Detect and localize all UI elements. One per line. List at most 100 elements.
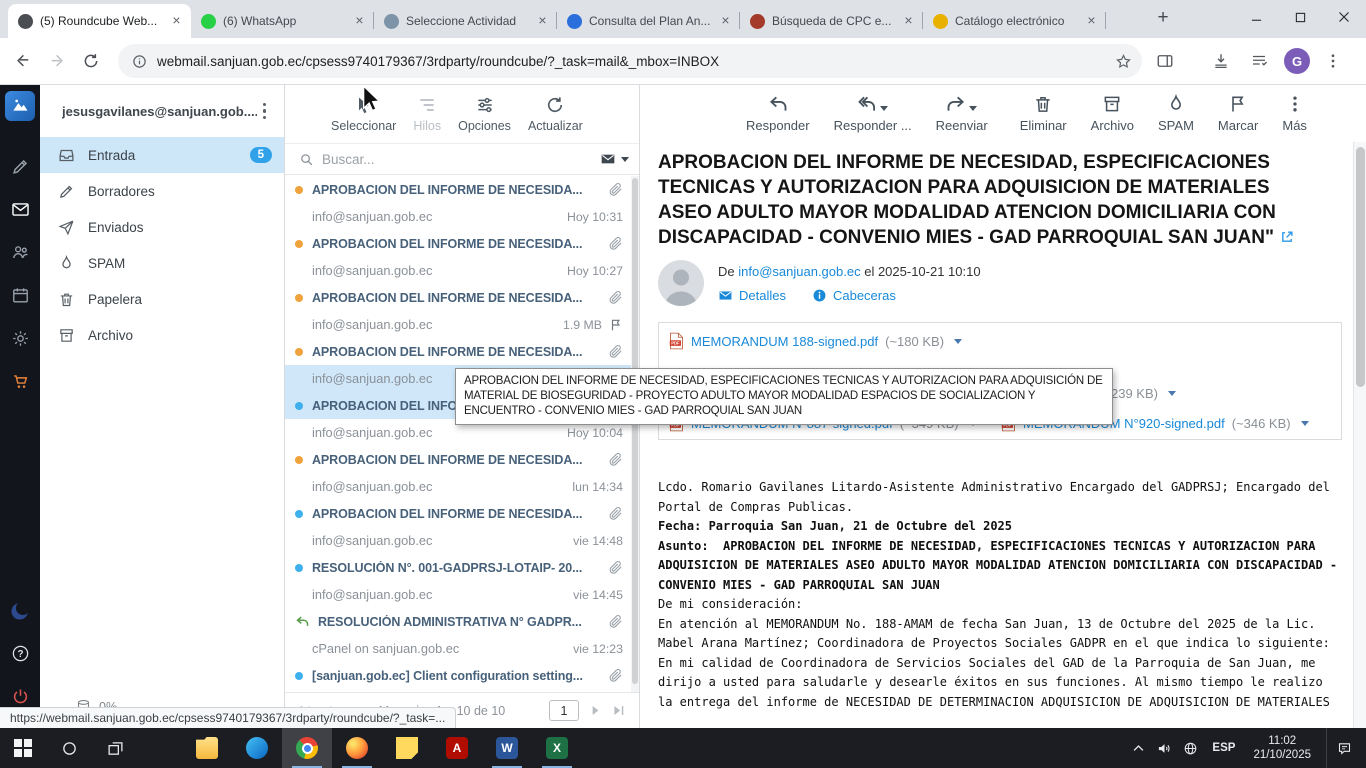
attachment-name[interactable]: MEMORANDUM 188-signed.pdf: [691, 334, 878, 349]
tab-close-icon[interactable]: ×: [900, 13, 917, 30]
side-panel-icon[interactable]: [1150, 46, 1180, 76]
folder-item-enviados[interactable]: Enviados: [40, 209, 284, 245]
taskbar-excel-icon[interactable]: X: [532, 728, 582, 768]
mark-button[interactable]: Marcar: [1218, 94, 1258, 133]
refresh-button[interactable]: Actualizar: [528, 95, 583, 133]
tab-close-icon[interactable]: ×: [1083, 13, 1100, 30]
reply-button[interactable]: Responder: [746, 94, 810, 133]
taskbar-word-icon[interactable]: W: [482, 728, 532, 768]
profile-avatar[interactable]: G: [1284, 48, 1310, 74]
url-text[interactable]: webmail.sanjuan.gob.ec/cpsess9740179367/…: [157, 54, 1105, 69]
downloads-icon[interactable]: [1206, 46, 1236, 76]
compose-button[interactable]: [0, 145, 40, 188]
taskbar-search-icon[interactable]: [46, 728, 92, 768]
threads-button[interactable]: Hilos: [413, 95, 441, 133]
folder-item-papelera[interactable]: Papelera: [40, 281, 284, 317]
mail-nav-icon[interactable]: [0, 188, 40, 231]
attachment-item[interactable]: PDF MEMORANDUM 188-signed.pdf (~180 KB): [669, 332, 962, 350]
notification-center-icon[interactable]: [1326, 728, 1362, 768]
list-scrollbar-thumb[interactable]: [632, 178, 638, 684]
browser-tab[interactable]: Búsqueda de CPC e... ×: [740, 4, 923, 38]
taskbar-clock[interactable]: 11:02 21/10/2025: [1244, 734, 1320, 762]
taskbar-sticky-notes-icon[interactable]: [382, 728, 432, 768]
folder-item-borradores[interactable]: Borradores: [40, 173, 284, 209]
taskbar-file-explorer-icon[interactable]: [182, 728, 232, 768]
window-maximize-button[interactable]: [1278, 0, 1322, 34]
browser-tab[interactable]: Catálogo electrónico ×: [923, 4, 1106, 38]
reader-scrollbar[interactable]: [1353, 142, 1366, 728]
attachment-menu-caret-icon[interactable]: [1301, 421, 1309, 426]
reply-all-button[interactable]: Responder ...: [834, 94, 912, 133]
message-list-item[interactable]: info@sanjuan.gob.ec vie 14:45 RESOLUCIÓN…: [285, 581, 631, 635]
headers-toggle[interactable]: Cabeceras: [812, 288, 896, 303]
tab-close-icon[interactable]: ×: [534, 13, 551, 30]
back-button[interactable]: [8, 46, 38, 76]
delete-button[interactable]: Eliminar: [1020, 94, 1067, 133]
window-minimize-button[interactable]: [1234, 0, 1278, 34]
message-list-item[interactable]: info@sanjuan.gob.ec vie 14:48 RESOLUCIÓN…: [285, 527, 631, 581]
store-icon[interactable]: [0, 360, 40, 403]
forward-button[interactable]: Reenviar: [936, 94, 988, 133]
forward-button[interactable]: [42, 46, 72, 76]
browser-tab[interactable]: (5) Roundcube Web... ×: [8, 4, 191, 38]
message-list-item[interactable]: APROBACION DEL INFORME DE NECESIDA...: [285, 176, 631, 203]
attachment-menu-caret-icon[interactable]: [1168, 391, 1176, 396]
site-info-icon[interactable]: [132, 54, 147, 69]
message-list-item[interactable]: info@sanjuan.gob.ec 1.9 MB APROBACION DE…: [285, 311, 631, 365]
dark-mode-moon-icon[interactable]: [0, 589, 40, 632]
window-close-button[interactable]: [1322, 0, 1366, 34]
address-bar[interactable]: webmail.sanjuan.gob.ec/cpsess9740179367/…: [118, 44, 1142, 78]
bookmark-star-icon[interactable]: [1115, 53, 1132, 70]
spam-button[interactable]: SPAM: [1158, 94, 1194, 133]
settings-gear-icon[interactable]: [0, 317, 40, 360]
taskbar-acrobat-icon[interactable]: A: [432, 728, 482, 768]
message-list-item[interactable]: info@sanjuan.gob.ec lun 14:34 APROBACION…: [285, 473, 631, 527]
folder-item-archivo[interactable]: Archivo: [40, 317, 284, 353]
reading-list-icon[interactable]: [1244, 46, 1274, 76]
reader-scrollbar-thumb[interactable]: [1356, 147, 1365, 387]
details-toggle[interactable]: Detalles: [718, 288, 786, 303]
options-button[interactable]: Opciones: [458, 95, 511, 133]
browser-tab[interactable]: Consulta del Plan An... ×: [557, 4, 740, 38]
help-icon[interactable]: ?: [0, 632, 40, 675]
folder-item-entrada[interactable]: Entrada 5: [40, 137, 284, 173]
start-button[interactable]: [0, 728, 46, 768]
new-tab-button[interactable]: +: [1150, 6, 1176, 32]
browser-tab[interactable]: (6) WhatsApp ×: [191, 4, 374, 38]
tab-close-icon[interactable]: ×: [717, 13, 734, 30]
message-list-item[interactable]: info@sanjuan.gob.ec Hoy 10:04 APROBACION…: [285, 419, 631, 473]
calendar-nav-icon[interactable]: [0, 274, 40, 317]
account-menu-icon[interactable]: [257, 99, 273, 124]
last-page-icon[interactable]: [612, 704, 625, 717]
more-button[interactable]: Más: [1282, 94, 1307, 133]
sender-email-link[interactable]: info@sanjuan.gob.ec: [738, 264, 860, 279]
tray-chevron-icon[interactable]: [1125, 728, 1151, 768]
message-list-item[interactable]: info@sanjuan.gob.ec Hoy 10:31 APROBACION…: [285, 203, 631, 257]
webmail-logo[interactable]: [5, 91, 35, 121]
attachment-menu-caret-icon[interactable]: [954, 339, 962, 344]
contacts-nav-icon[interactable]: [0, 231, 40, 274]
reload-button[interactable]: [76, 46, 106, 76]
message-list-item[interactable]: info@sanjuan.gob.ec Hoy 10:27 APROBACION…: [285, 257, 631, 311]
language-indicator[interactable]: ESP: [1203, 742, 1244, 754]
taskbar-edge-icon[interactable]: [232, 728, 282, 768]
attachment-item-partially-hidden[interactable]: 239 KB): [1111, 386, 1176, 401]
browser-tab[interactable]: Seleccione Actividad ×: [374, 4, 557, 38]
search-input[interactable]: Buscar...: [322, 152, 592, 167]
network-icon[interactable]: [1177, 728, 1203, 768]
search-scope-selector[interactable]: [600, 151, 629, 167]
next-page-icon[interactable]: [589, 704, 602, 717]
folder-item-spam[interactable]: SPAM: [40, 245, 284, 281]
taskbar-chrome-icon[interactable]: [282, 728, 332, 768]
message-list-item[interactable]: cPanel on sanjuan.gob.ec vie 12:23 [sanj…: [285, 635, 631, 689]
list-scrollbar[interactable]: [631, 176, 639, 692]
tab-close-icon[interactable]: ×: [351, 13, 368, 30]
task-view-icon[interactable]: [92, 728, 138, 768]
tab-close-icon[interactable]: ×: [168, 13, 185, 30]
page-number-input[interactable]: [549, 700, 579, 721]
browser-menu-icon[interactable]: [1318, 46, 1348, 76]
taskbar-firefox-icon[interactable]: [332, 728, 382, 768]
volume-icon[interactable]: [1151, 728, 1177, 768]
open-in-new-window-icon[interactable]: [1280, 229, 1295, 244]
archive-button[interactable]: Archivo: [1091, 94, 1134, 133]
